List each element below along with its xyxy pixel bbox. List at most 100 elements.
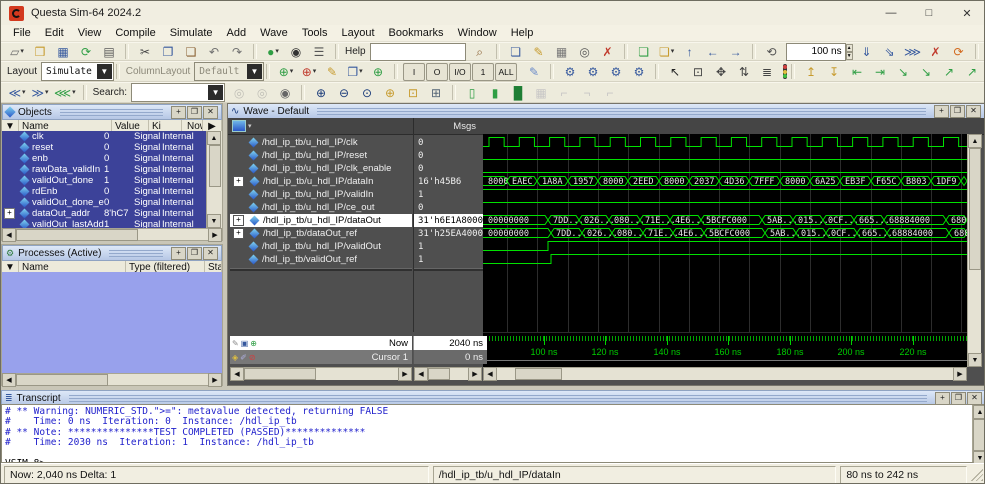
virtual-mode-button[interactable]: ≣ — [756, 62, 778, 81]
menu-file[interactable]: File — [6, 26, 38, 41]
print-button[interactable]: ▤ — [98, 42, 120, 61]
restore-window-button[interactable]: ❏ — [633, 42, 655, 61]
wave-name-row[interactable]: /hdl_ip_tb/u_hdl_IP/validOut — [230, 240, 412, 253]
redo-button[interactable]: ↷ — [226, 42, 248, 61]
panel-add-button[interactable]: + — [935, 392, 950, 405]
stop-drawing-button[interactable] — [783, 64, 787, 79]
panel-add-button[interactable]: + — [171, 247, 186, 260]
zoom-out-button[interactable]: ⊖ — [333, 83, 355, 102]
insert-cursor-button[interactable]: ↥ — [800, 62, 822, 81]
toggle-waveform-popup-button[interactable]: ▯ — [461, 83, 483, 102]
objects-row-validout-done[interactable]: validOut_done1SignalInternal — [2, 175, 206, 186]
panel-add-button[interactable]: + — [934, 105, 949, 118]
chevron-down-icon[interactable]: ▾ — [248, 122, 252, 130]
panel-grip[interactable] — [109, 250, 163, 257]
wave-name-row[interactable]: /hdl_ip_tb/u_hdl_IP/ce_out — [230, 201, 412, 214]
add-icon[interactable]: ⊕ — [250, 339, 257, 348]
objects-list[interactable]: clk0SignalInternalreset0SignalInternalen… — [2, 131, 206, 228]
new-file-button[interactable]: ▱▾ — [6, 42, 28, 61]
wave-canvas-hscrollbar[interactable]: ◀▶ — [483, 367, 967, 380]
wave-cursor-row[interactable]: ◈ ✐ ⊘ Cursor 1 — [230, 350, 412, 364]
show-drivers-button[interactable]: ▮ — [484, 83, 506, 102]
zoom-in-button[interactable]: ⊕ — [310, 83, 332, 102]
menu-bookmarks[interactable]: Bookmarks — [382, 26, 451, 41]
wave-signal-filter-icon[interactable] — [232, 120, 246, 132]
minimize-button[interactable]: — — [872, 1, 910, 25]
menu-help[interactable]: Help — [504, 26, 541, 41]
add-to-list-button[interactable]: ⊕▾ — [298, 62, 320, 81]
objects-panel-header[interactable]: Objects +❐✕ — [2, 104, 222, 120]
panel-undock-button[interactable]: ❐ — [187, 247, 202, 260]
wave-signal-values[interactable]: 00016'h45B61031'h6E1A800031'h25EA400011 — [413, 134, 483, 332]
wave-value-row[interactable]: 0 — [414, 201, 483, 214]
wave-value-row[interactable]: 1 — [414, 188, 483, 201]
search-input[interactable]: ▼ — [131, 83, 225, 102]
zoom-window-button[interactable]: ❏▾ — [656, 42, 678, 61]
show-inputs-button[interactable]: I — [403, 63, 425, 81]
wave-value-row[interactable]: 16'h45B6 — [414, 175, 483, 188]
wave-name-row[interactable]: /hdl_ip_tb/u_hdl_IP/clk_enable — [230, 162, 412, 175]
restart-sim-button[interactable]: ⟳ — [948, 42, 970, 61]
menu-add[interactable]: Add — [220, 26, 254, 41]
cut-button[interactable]: ✂ — [134, 42, 156, 61]
help-search-input[interactable] — [370, 43, 466, 61]
menu-compile[interactable]: Compile — [108, 26, 162, 41]
expanded-time-event-button[interactable]: ¬ — [576, 83, 598, 102]
objects-row-validout-lastaddr[interactable]: validOut_lastAddr1SignalInternal — [2, 219, 206, 228]
break-button[interactable]: ✗ — [925, 42, 947, 61]
back-button[interactable]: ← — [702, 42, 724, 61]
compile-order-button[interactable]: ▦ — [551, 42, 573, 61]
columnlayout-select[interactable]: Default▼ — [194, 62, 264, 81]
chevron-down-icon[interactable]: ▼ — [247, 64, 262, 79]
step-button[interactable]: ●▾ — [262, 42, 284, 61]
next-falling-edge-button[interactable]: ↘ — [915, 62, 937, 81]
zoom-in-on-active-cursor-button[interactable]: ⊕ — [379, 83, 401, 102]
help-search-button[interactable]: ⌕ — [469, 42, 491, 61]
group-expand-button[interactable]: ≫▾ — [29, 83, 51, 102]
copy-view-button[interactable]: ❐▾ — [344, 62, 366, 81]
add-to-dataflow-button[interactable]: ⊕ — [367, 62, 389, 81]
pan-mode-button[interactable]: ✥ — [710, 62, 732, 81]
change-filter-button[interactable]: ✎ — [523, 62, 545, 81]
waveform-canvas[interactable]: 8000EAEC1A8A195780002EED800020374D367FFF… — [483, 134, 967, 332]
select-mode-button[interactable]: ↖ — [664, 62, 686, 81]
menu-window[interactable]: Window — [451, 26, 504, 41]
transcript-vertical-scrollbar[interactable]: ▲▼ — [972, 405, 985, 462]
wave-value-row[interactable]: 0 — [414, 149, 483, 162]
expander-icon[interactable]: + — [233, 176, 244, 187]
wave-value-row[interactable]: 31'h6E1A8000 — [414, 214, 483, 227]
wave-names-hscrollbar[interactable]: ◀▶ — [230, 367, 412, 380]
panel-grip[interactable] — [317, 108, 926, 115]
wave-name-row[interactable]: /hdl_ip_tb/u_hdl_IP/reset — [230, 149, 412, 162]
transcript-log[interactable]: # ** Warning: NUMERIC_STD.">=": metavalu… — [1, 404, 985, 463]
wave-options-gear4-button[interactable]: ⚙ — [628, 62, 650, 81]
prev-rising-edge-button[interactable]: ↗ — [938, 62, 960, 81]
maximize-button[interactable]: □ — [910, 1, 948, 25]
wave-msgs-header[interactable]: Msgs — [413, 118, 482, 134]
chevron-down-icon[interactable]: ▼ — [208, 85, 223, 100]
panel-close-button[interactable]: ✕ — [203, 106, 218, 119]
menu-wave[interactable]: Wave — [253, 26, 295, 41]
expanded-time-mode-button[interactable]: ⌐ — [599, 83, 621, 102]
show-filter-button[interactable]: ☰ — [308, 42, 330, 61]
panel-close-button[interactable]: ✕ — [966, 105, 981, 118]
forward-button[interactable]: → — [725, 42, 747, 61]
run-length-input-spinner[interactable]: ▲▼ — [846, 44, 853, 60]
zoom-between-cursors-button[interactable]: ⊡ — [402, 83, 424, 102]
panel-grip[interactable] — [60, 109, 163, 116]
run-length-input[interactable] — [786, 43, 846, 61]
lock-icon[interactable]: ◈ — [232, 353, 238, 362]
wave-name-row[interactable]: /hdl_ip_tb/u_hdl_IP/clk — [230, 136, 412, 149]
zoom-mode-button[interactable]: ⊡ — [687, 62, 709, 81]
panel-undock-button[interactable]: ❐ — [950, 105, 965, 118]
objects-row-reset[interactable]: reset0SignalInternal — [2, 142, 206, 153]
wave-value-row[interactable]: 0 — [414, 136, 483, 149]
processes-horizontal-scrollbar[interactable]: ◀▶ — [2, 373, 222, 385]
close-button[interactable]: ✕ — [948, 1, 985, 25]
menu-layout[interactable]: Layout — [335, 26, 382, 41]
wave-name-row[interactable]: /hdl_ip_tb/u_hdl_IP/validIn — [230, 188, 412, 201]
resize-grip[interactable] — [971, 469, 983, 481]
wave-options-gear2-button[interactable]: ⚙ — [582, 62, 604, 81]
title-bar[interactable]: Questa Sim-64 2024.2 — □ ✕ — [1, 1, 985, 25]
reload-button[interactable]: ⟳ — [75, 42, 97, 61]
